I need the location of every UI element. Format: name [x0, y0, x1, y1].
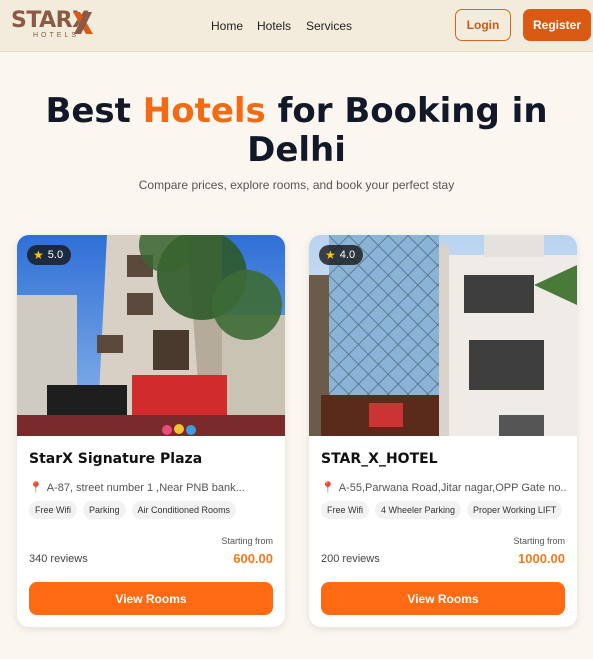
hotel-price: 600.00 [233, 551, 273, 566]
review-count: 340 reviews [29, 553, 88, 565]
amenity-tags: Free Wifi Parking Air Conditioned Rooms [29, 501, 237, 519]
hotel-card[interactable]: ★ 4.0 STAR_X_HOTEL 📍 A-55,Parwana Road,Ji… [309, 235, 577, 627]
login-button[interactable]: Login [455, 9, 511, 41]
location-pin-icon: 📍 [321, 482, 335, 494]
view-rooms-button[interactable]: View Rooms [29, 582, 273, 615]
register-button[interactable]: Register [523, 9, 591, 41]
address-text: A-87, street number 1 ,Near PNB bank... [46, 482, 245, 494]
hotel-card[interactable]: ★ 5.0 StarX Signature Plaza 📍 A-87, stree… [17, 235, 285, 627]
hotel-photo [309, 235, 577, 436]
view-rooms-button[interactable]: View Rooms [321, 582, 565, 615]
rating-badge: ★ 5.0 [27, 245, 72, 265]
amenity-tag: Free Wifi [29, 501, 77, 519]
star-icon: ★ [325, 248, 336, 262]
title-part-1: Best [45, 91, 143, 131]
starx-logo[interactable]: STARX HOTELS [11, 8, 95, 42]
page-subtitle: Compare prices, explore rooms, and book … [138, 178, 455, 192]
title-accent: Hotels [142, 91, 266, 131]
starting-from-label: Starting from [513, 536, 565, 546]
starting-from-label: Starting from [221, 536, 273, 546]
address-text: A-55,Parwana Road,Jitar nagar,OPP Gate n… [338, 482, 566, 494]
top-navbar: STARX HOTELS Home Hotels Services Login … [0, 0, 593, 52]
amenity-tag: Parking [83, 501, 126, 519]
rating-value: 5.0 [47, 249, 64, 261]
amenity-tag: 4 Wheeler Parking [375, 501, 462, 519]
title-part-2: for Booking in Delhi [247, 91, 548, 170]
amenity-tag: Air Conditioned Rooms [131, 501, 237, 519]
hotel-address: 📍 A-55,Parwana Road,Jitar nagar,OPP Gate … [321, 481, 566, 494]
hotel-name[interactable]: STAR_X_HOTEL [321, 451, 438, 467]
hotel-photo [17, 235, 285, 436]
amenity-tag: Free Wifi [321, 501, 369, 519]
hotel-address: 📍 A-87, street number 1 ,Near PNB bank... [29, 481, 274, 494]
location-pin-icon: 📍 [29, 482, 43, 494]
nav-services-link[interactable]: Services [306, 19, 352, 33]
nav-home-link[interactable]: Home [211, 19, 243, 33]
review-count: 200 reviews [321, 553, 380, 565]
logo-x-mark-icon [73, 12, 93, 34]
page-title: Best Hotels for Booking in Delhi [0, 92, 593, 170]
amenity-tag: Proper Working LIFT [467, 501, 563, 519]
hotel-price: 1000.00 [518, 551, 565, 566]
rating-badge: ★ 4.0 [319, 245, 364, 265]
nav-hotels-link[interactable]: Hotels [257, 19, 291, 33]
star-icon: ★ [33, 248, 44, 262]
rating-value: 4.0 [339, 249, 356, 261]
amenity-tags: Free Wifi 4 Wheeler Parking Proper Worki… [321, 501, 563, 519]
hotel-name[interactable]: StarX Signature Plaza [29, 451, 202, 467]
